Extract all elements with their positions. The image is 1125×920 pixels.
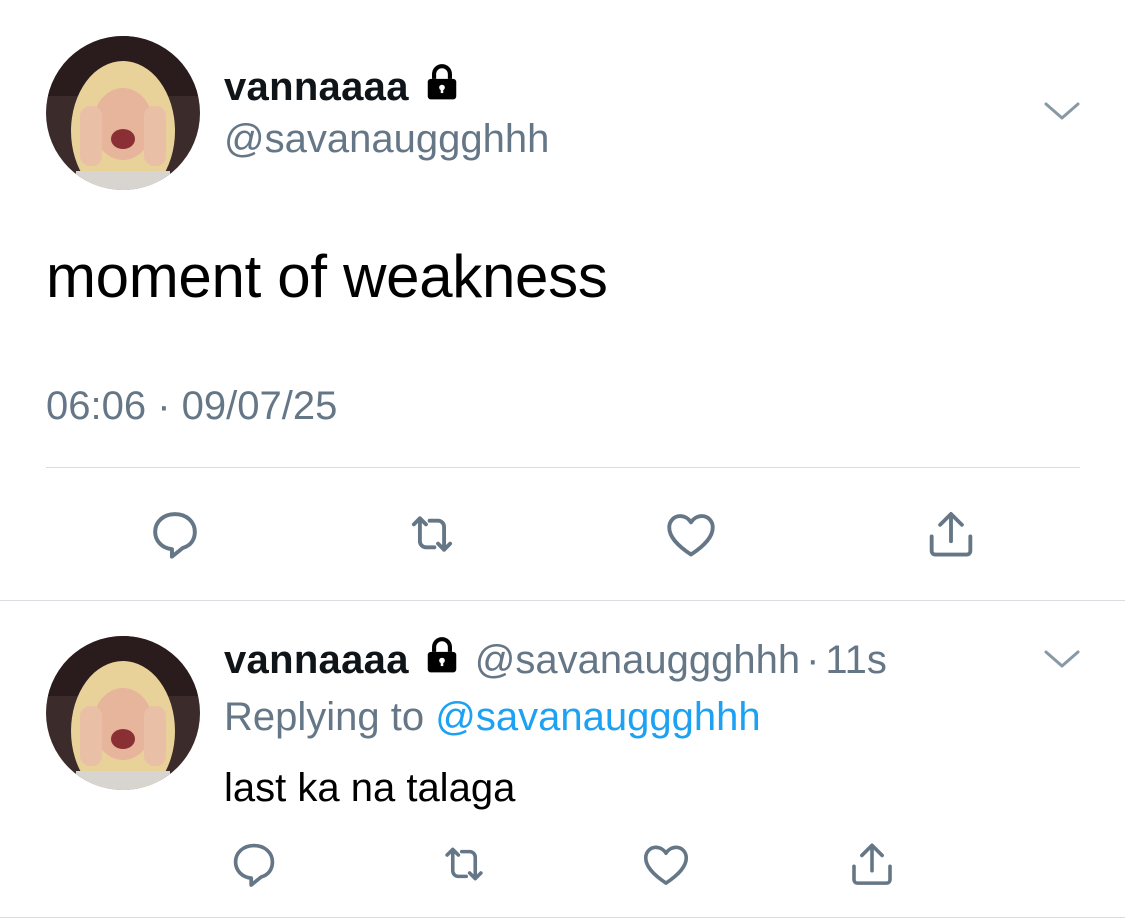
reply-icon	[233, 843, 275, 887]
retweet-button[interactable]	[396, 498, 468, 570]
reply-time: 11s	[825, 637, 887, 682]
separator: ·	[806, 637, 820, 682]
like-icon	[667, 514, 715, 557]
reply-header: vannaaaa @savanauggghhh · 11s	[224, 636, 887, 684]
share-button[interactable]	[836, 828, 908, 900]
avatar[interactable]	[46, 36, 200, 190]
retweet-icon	[411, 516, 453, 552]
chevron-down-icon[interactable]	[1042, 96, 1082, 131]
display-name[interactable]: vannaaaa	[224, 63, 461, 111]
divider	[46, 467, 1080, 468]
share-icon	[852, 843, 892, 885]
like-icon	[643, 845, 689, 885]
reply-text: last ka na talaga	[224, 766, 516, 810]
replying-to-link[interactable]: @savanauggghhh	[435, 695, 760, 739]
share-button[interactable]	[915, 498, 987, 570]
share-icon	[929, 512, 973, 557]
handle[interactable]: @savanauggghhh	[224, 117, 549, 162]
divider	[0, 917, 1125, 918]
like-button[interactable]	[655, 498, 727, 570]
reply-handle[interactable]: @savanauggghhh	[475, 638, 800, 683]
lock-icon	[423, 636, 461, 684]
retweet-button[interactable]	[428, 828, 500, 900]
replying-to: Replying to @savanauggghhh	[224, 695, 761, 740]
chevron-down-icon[interactable]	[1042, 644, 1082, 679]
like-button[interactable]	[630, 828, 702, 900]
replying-prefix: Replying to	[224, 695, 425, 739]
reply-display-name[interactable]: vannaaaa	[224, 638, 409, 683]
tweet-timestamp: 06:06 · 09/07/25	[46, 384, 338, 428]
reply-avatar[interactable]	[46, 636, 200, 790]
reply-button[interactable]	[139, 498, 211, 570]
reply-button[interactable]	[218, 828, 290, 900]
lock-icon	[423, 63, 461, 111]
retweet-icon	[445, 847, 483, 881]
reply-icon	[153, 512, 197, 559]
tweet-text: moment of weakness	[46, 243, 608, 310]
divider	[0, 600, 1125, 601]
